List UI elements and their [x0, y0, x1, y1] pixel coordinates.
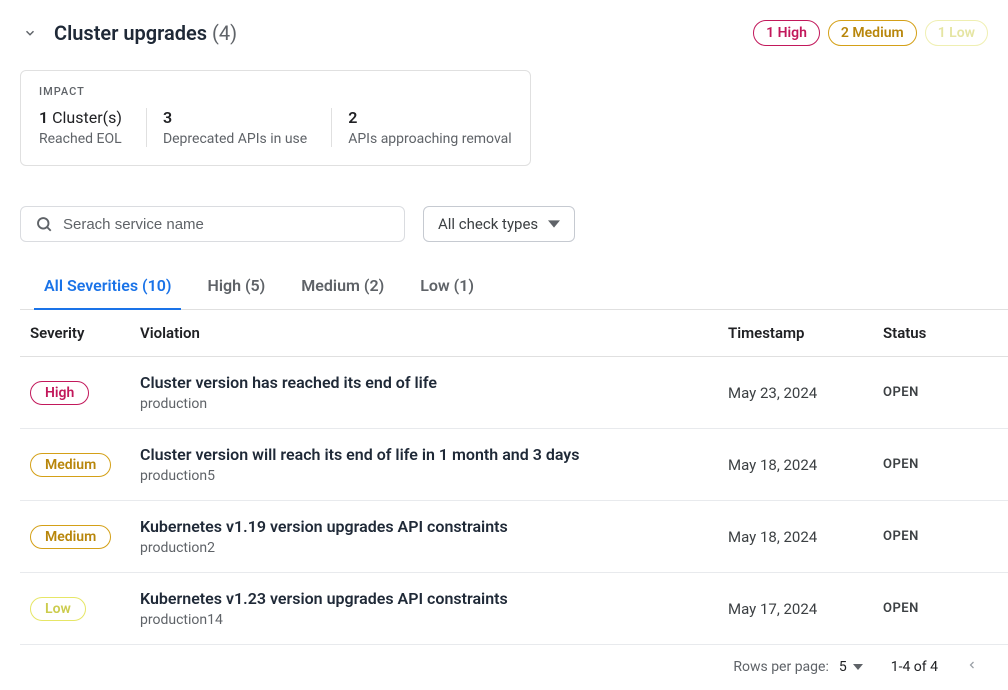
status: OPEN [883, 385, 998, 400]
caret-down-icon [548, 218, 560, 230]
title-count: (4) [212, 21, 237, 45]
violation-sub: production14 [140, 612, 728, 628]
chevron-down-icon[interactable] [20, 23, 40, 43]
table-row[interactable]: Low Kubernetes v1.23 version upgrades API… [20, 573, 1008, 645]
severity-badge[interactable]: 1 Low [925, 20, 988, 46]
violation-title: Cluster version will reach its end of li… [140, 445, 728, 464]
caret-down-icon [853, 662, 863, 672]
severity-pill: Medium [30, 453, 111, 477]
severity-badge[interactable]: 1 High [753, 20, 820, 46]
search-icon [35, 215, 53, 233]
impact-desc: Reached EOL [39, 131, 122, 147]
prev-page-button[interactable] [966, 659, 978, 675]
status: OPEN [883, 601, 998, 616]
violation-sub: production [140, 396, 728, 412]
severity-badge[interactable]: 2 Medium [828, 20, 917, 46]
tab[interactable]: Medium (2) [301, 266, 384, 309]
impact-stat: 3 Deprecated APIs in use [163, 108, 332, 147]
impact-desc: APIs approaching removal [348, 131, 511, 147]
page-info: 1-4 of 4 [891, 659, 938, 675]
table-row[interactable]: Medium Kubernetes v1.19 version upgrades … [20, 501, 1008, 573]
search-box[interactable] [20, 206, 405, 242]
col-header-violation: Violation [140, 324, 728, 342]
timestamp: May 18, 2024 [728, 528, 883, 546]
table-row[interactable]: Medium Cluster version will reach its end… [20, 429, 1008, 501]
severity-badges: 1 High 2 Medium 1 Low [753, 20, 988, 46]
tab[interactable]: High (5) [207, 266, 265, 309]
timestamp: May 17, 2024 [728, 600, 883, 618]
rows-per-page-select[interactable]: 5 [839, 659, 863, 675]
rows-per-page-value: 5 [839, 659, 847, 675]
violations-table: Severity Violation Timestamp Status High… [20, 310, 1008, 689]
col-header-status: Status [883, 324, 998, 342]
impact-value: 1 Cluster(s) [39, 108, 122, 127]
impact-desc: Deprecated APIs in use [163, 131, 307, 147]
impact-card: IMPACT 1 Cluster(s) Reached EOL 3 Deprecate… [20, 70, 531, 166]
violation-title: Kubernetes v1.19 version upgrades API co… [140, 517, 728, 536]
impact-value: 3 [163, 108, 307, 127]
timestamp: May 18, 2024 [728, 456, 883, 474]
page-title: Cluster upgrades (4) [54, 21, 237, 45]
violation-title: Kubernetes v1.23 version upgrades API co… [140, 589, 728, 608]
impact-stat: 1 Cluster(s) Reached EOL [39, 108, 147, 147]
section-header: Cluster upgrades (4) 1 High 2 Medium 1 Low [20, 20, 1008, 46]
tab[interactable]: All Severities (10) [44, 266, 171, 309]
severity-tabs: All Severities (10) High (5) Medium (2) Low… [20, 266, 1008, 310]
chevron-left-icon [966, 659, 978, 671]
impact-value: 2 [348, 108, 511, 127]
search-input[interactable] [63, 216, 390, 233]
col-header-timestamp: Timestamp [728, 324, 883, 342]
severity-pill: Low [30, 597, 86, 621]
impact-stat: 2 APIs approaching removal [348, 108, 511, 147]
title-text: Cluster upgrades [54, 21, 207, 45]
rows-per-page-label: Rows per page: [733, 659, 828, 675]
status: OPEN [883, 529, 998, 544]
dropdown-label: All check types [438, 215, 538, 233]
violation-sub: production2 [140, 540, 728, 556]
violation-sub: production5 [140, 468, 728, 484]
violation-title: Cluster version has reached its end of l… [140, 373, 728, 392]
check-type-dropdown[interactable]: All check types [423, 206, 575, 242]
col-header-severity: Severity [30, 324, 140, 342]
severity-pill: High [30, 381, 89, 405]
tab[interactable]: Low (1) [420, 266, 474, 309]
severity-pill: Medium [30, 525, 111, 549]
impact-label: IMPACT [39, 85, 512, 98]
table-row[interactable]: High Cluster version has reached its end … [20, 357, 1008, 429]
pagination: Rows per page: 5 1-4 of 4 [20, 645, 1008, 689]
table-header: Severity Violation Timestamp Status [20, 310, 1008, 357]
status: OPEN [883, 457, 998, 472]
timestamp: May 23, 2024 [728, 384, 883, 402]
